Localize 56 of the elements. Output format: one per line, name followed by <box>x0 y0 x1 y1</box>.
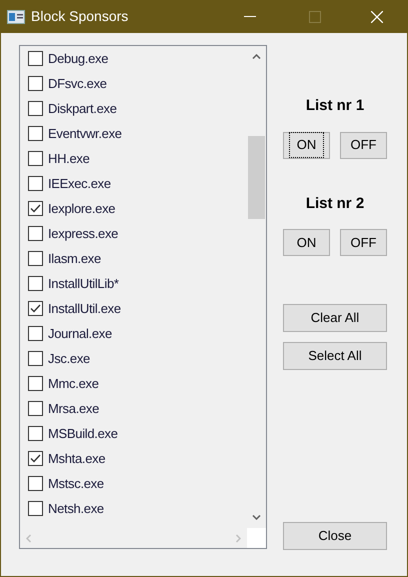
checkbox[interactable] <box>28 401 43 416</box>
checkbox[interactable] <box>28 451 43 466</box>
checkbox[interactable] <box>28 251 43 266</box>
item-label[interactable]: HH.exe <box>48 148 90 168</box>
checkbox[interactable] <box>28 376 43 391</box>
checkbox[interactable] <box>28 326 43 341</box>
checkbox[interactable] <box>28 476 43 491</box>
checkbox[interactable] <box>28 126 43 141</box>
scroll-thumb[interactable] <box>248 136 265 219</box>
item-label[interactable]: DFsvc.exe <box>48 74 107 94</box>
checkbox[interactable] <box>28 226 43 241</box>
checkbox[interactable] <box>28 101 43 116</box>
close-button[interactable]: Close <box>283 522 387 550</box>
select-all-button[interactable]: Select All <box>283 342 387 370</box>
checkbox[interactable] <box>28 151 43 166</box>
close-icon[interactable] <box>371 10 383 22</box>
app-icon <box>7 10 25 24</box>
item-label[interactable]: Debug.exe <box>48 48 108 68</box>
checkbox[interactable] <box>28 76 43 91</box>
item-label[interactable]: InstallUtil.exe <box>48 298 121 318</box>
item-label[interactable]: MSBuild.exe <box>48 424 118 444</box>
item-label[interactable]: Diskpart.exe <box>48 98 117 118</box>
item-label[interactable]: Mstsc.exe <box>48 474 104 494</box>
item-label[interactable]: Mrsa.exe <box>48 398 100 418</box>
maximize-icon <box>309 10 321 22</box>
scroll-up-icon[interactable] <box>252 54 261 59</box>
on-button[interactable]: ON <box>283 229 330 256</box>
item-label[interactable]: Netsh.exe <box>48 498 104 518</box>
checkbox[interactable] <box>28 501 43 516</box>
item-label[interactable]: Eventvwr.exe <box>48 124 122 144</box>
on-button[interactable]: ON <box>283 132 330 158</box>
checkbox[interactable] <box>28 351 43 366</box>
checkbox[interactable] <box>28 426 43 441</box>
item-label[interactable]: Ilasm.exe <box>48 248 101 268</box>
list-heading: List nr 1 <box>304 96 366 116</box>
minimize-icon[interactable] <box>244 16 256 18</box>
off-button[interactable]: OFF <box>340 229 387 256</box>
checkbox[interactable] <box>28 51 43 66</box>
item-label[interactable]: Jsc.exe <box>48 348 90 368</box>
checkbox[interactable] <box>28 301 43 316</box>
scroll-down-icon[interactable] <box>252 515 261 520</box>
item-label[interactable]: Mshta.exe <box>48 448 106 468</box>
item-label[interactable]: Mmc.exe <box>48 374 99 394</box>
checkbox[interactable] <box>28 201 43 216</box>
item-label[interactable]: Iexplore.exe <box>48 198 116 218</box>
clear-all-button[interactable]: Clear All <box>283 304 387 332</box>
item-label[interactable]: InstallUtilLib* <box>48 274 119 294</box>
off-button[interactable]: OFF <box>340 132 387 158</box>
vertical-scrollbar[interactable] <box>247 46 266 528</box>
list-heading: List nr 2 <box>304 194 366 214</box>
item-label[interactable]: Journal.exe <box>48 324 112 344</box>
checkbox[interactable] <box>28 276 43 291</box>
checkbox[interactable] <box>28 176 43 191</box>
window-title: Block Sponsors <box>31 7 128 26</box>
item-label[interactable]: Iexpress.exe <box>48 224 118 244</box>
item-label[interactable]: IEExec.exe <box>48 174 111 194</box>
